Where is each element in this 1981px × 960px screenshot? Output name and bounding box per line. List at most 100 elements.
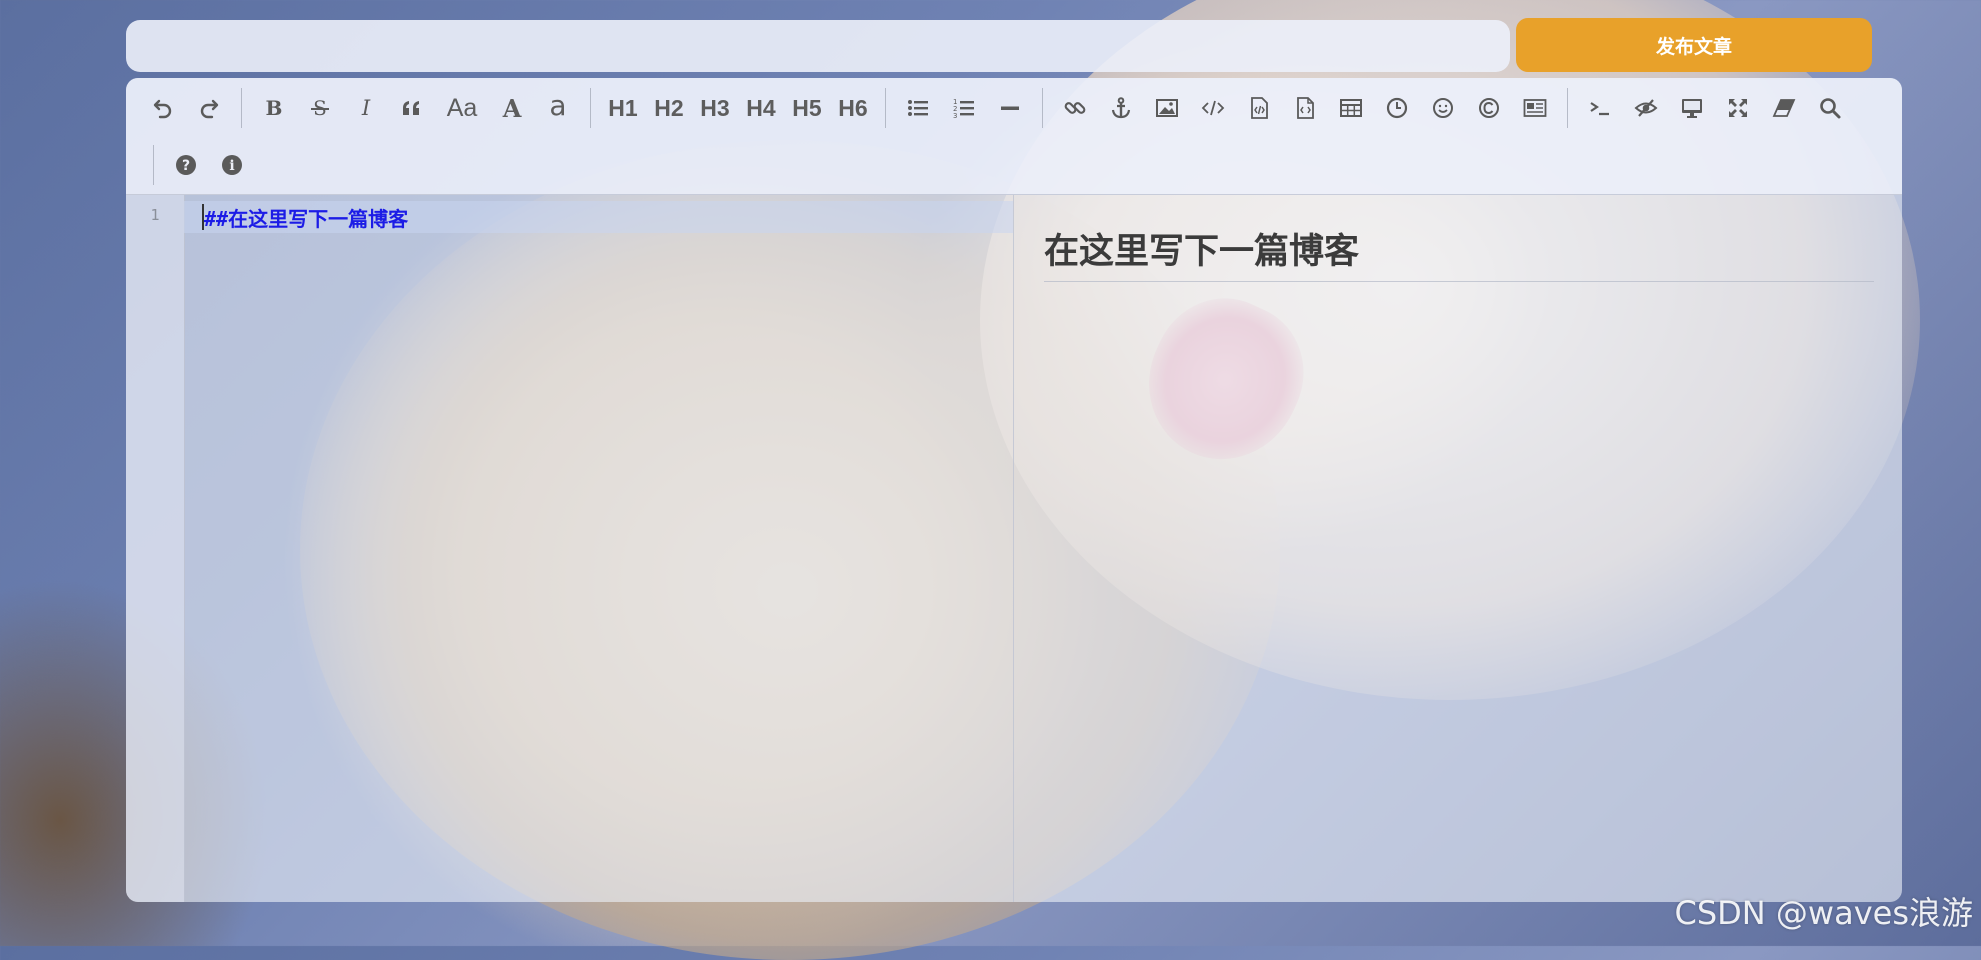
toolbar-separator	[1042, 88, 1043, 128]
svg-text:i: i	[229, 158, 234, 174]
fullscreen-icon	[1726, 96, 1750, 120]
pagebreak-button[interactable]	[1513, 88, 1557, 128]
anchor-button[interactable]	[1099, 88, 1143, 128]
toolbar-separator	[241, 88, 242, 128]
info-icon: i	[220, 153, 244, 177]
goto-line-button[interactable]	[1578, 88, 1622, 128]
heading-h4-label: H4	[746, 94, 776, 121]
clock-button[interactable]	[1375, 88, 1419, 128]
anchor-icon	[1109, 96, 1133, 120]
bold-button[interactable]: B	[252, 88, 296, 128]
info-button[interactable]: i	[210, 145, 254, 185]
heading-h3-button[interactable]: H3	[693, 88, 737, 128]
preview-heading: 在这里写下一篇博客	[1044, 232, 1360, 272]
heading-h6-label: H6	[838, 94, 868, 121]
watch-button[interactable]	[1670, 88, 1714, 128]
horizontal-rule-icon	[998, 96, 1022, 120]
emoji-icon	[1431, 96, 1455, 120]
quote-icon	[400, 96, 424, 120]
italic-button[interactable]: I	[344, 88, 388, 128]
uppercase-toggle-button[interactable]: Aa	[436, 88, 488, 128]
goto-line-icon	[1588, 96, 1612, 120]
strikethrough-icon: S	[308, 96, 332, 120]
watch-icon	[1680, 96, 1704, 120]
image-button[interactable]	[1145, 88, 1189, 128]
strikethrough-button[interactable]: S	[298, 88, 342, 128]
preformatted-code-icon	[1247, 96, 1271, 120]
fullscreen-button[interactable]	[1716, 88, 1760, 128]
html-entities-button[interactable]	[1467, 88, 1511, 128]
help-icon: ?	[174, 153, 198, 177]
clear-button[interactable]	[1762, 88, 1806, 128]
italic-icon: I	[354, 96, 378, 120]
toolbar-row-1: B S I Aa Aa H1 H2 H3 H4 H5 H6 123	[126, 83, 1853, 133]
code-button[interactable]	[1191, 88, 1235, 128]
heading-h5-button[interactable]: H5	[785, 88, 829, 128]
emoji-button[interactable]	[1421, 88, 1465, 128]
watermark: CSDN @waves浪游	[1674, 894, 1974, 932]
toggle-preview-button[interactable]	[1624, 88, 1668, 128]
html-entities-icon	[1477, 96, 1501, 120]
uppercase-icon-label: A	[502, 93, 522, 123]
preview-heading-rule	[1044, 281, 1874, 282]
clear-icon	[1772, 96, 1796, 120]
heading-h3-label: H3	[700, 94, 730, 121]
search-icon	[1818, 96, 1842, 120]
preview-pane: 在这里写下一篇博客	[1014, 195, 1902, 902]
help-button[interactable]: ?	[164, 145, 208, 185]
heading-h2-label: H2	[654, 94, 684, 121]
code-icon	[1201, 96, 1225, 120]
uppercase-toggle-label: Aa	[446, 93, 478, 122]
publish-article-button[interactable]: 发布文章	[1516, 18, 1872, 72]
toolbar-row-2: ? i	[126, 140, 255, 190]
table-button[interactable]	[1329, 88, 1373, 128]
toolbar-separator	[590, 88, 591, 128]
code-line[interactable]: ##在这里写下一篇博客	[204, 203, 408, 232]
preformatted-code-button[interactable]	[1237, 88, 1281, 128]
heading-h2-button[interactable]: H2	[647, 88, 691, 128]
editor-toolbar: BSIAaAaH1H2H3H4H5H6123 ?i	[126, 78, 1902, 195]
article-title-input[interactable]	[126, 20, 1510, 72]
code-block-button[interactable]	[1283, 88, 1327, 128]
toolbar-separator	[153, 145, 154, 185]
numbered-list-button[interactable]: 123	[942, 88, 986, 128]
pagebreak-icon	[1523, 96, 1547, 120]
horizontal-rule-button[interactable]	[988, 88, 1032, 128]
bullet-list-button[interactable]	[896, 88, 940, 128]
svg-text:3: 3	[953, 112, 957, 120]
undo-icon	[151, 96, 175, 120]
toolbar-separator	[885, 88, 886, 128]
lowercase-icon-label: a	[549, 88, 567, 122]
clock-icon	[1385, 96, 1409, 120]
svg-text:I: I	[361, 96, 371, 120]
code-block-icon	[1293, 96, 1317, 120]
link-icon	[1063, 96, 1087, 120]
toggle-preview-icon	[1634, 96, 1658, 120]
lowercase-icon-button[interactable]: a	[536, 88, 580, 128]
redo-button[interactable]	[187, 88, 231, 128]
bullet-list-icon	[906, 96, 930, 120]
text-cursor	[202, 204, 204, 230]
uppercase-icon-button[interactable]: A	[490, 88, 534, 128]
quote-button[interactable]	[390, 88, 434, 128]
svg-text:?: ?	[182, 158, 190, 174]
line-number: 1	[150, 206, 160, 224]
heading-h1-label: H1	[608, 94, 638, 121]
link-button[interactable]	[1053, 88, 1097, 128]
redo-icon	[197, 96, 221, 120]
code-pane[interactable]: 1 ##在这里写下一篇博客	[126, 195, 1014, 902]
markdown-editor: BSIAaAaH1H2H3H4H5H6123 ?i 1 ##在这里写下一篇博客 …	[126, 78, 1902, 902]
heading-h5-label: H5	[792, 94, 822, 121]
table-icon	[1339, 96, 1363, 120]
undo-button[interactable]	[141, 88, 185, 128]
toolbar-separator	[1567, 88, 1568, 128]
heading-h4-button[interactable]: H4	[739, 88, 783, 128]
numbered-list-icon: 123	[952, 96, 976, 120]
image-icon	[1155, 96, 1179, 120]
bold-icon: B	[262, 96, 286, 120]
heading-h6-button[interactable]: H6	[831, 88, 875, 128]
heading-h1-button[interactable]: H1	[601, 88, 645, 128]
svg-text:B: B	[266, 96, 283, 120]
search-button[interactable]	[1808, 88, 1852, 128]
line-gutter: 1	[126, 195, 185, 902]
